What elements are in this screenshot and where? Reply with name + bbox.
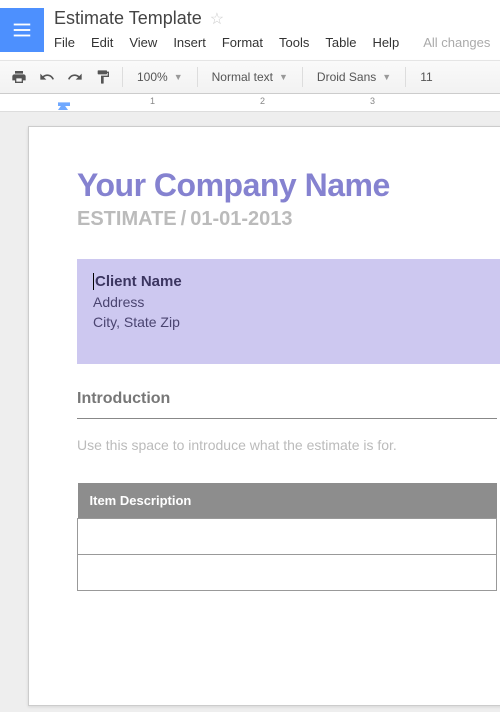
client-city[interactable]: City, State Zip (93, 314, 491, 330)
ruler-tick: 3 (370, 96, 375, 106)
document-canvas[interactable]: Your Company Name ESTIMATE/01-01-2013 Cl… (0, 112, 500, 712)
menu-table[interactable]: Table (325, 35, 356, 50)
estimate-line[interactable]: ESTIMATE/01-01-2013 (77, 208, 500, 231)
intro-rule (77, 418, 497, 419)
menu-tools[interactable]: Tools (279, 35, 309, 50)
title-bar: Estimate Template ☆ File Edit View Inser… (0, 0, 500, 52)
menu-file[interactable]: File (54, 35, 75, 50)
print-icon[interactable] (10, 68, 28, 86)
separator (122, 67, 123, 87)
intro-heading[interactable]: Introduction (77, 390, 500, 408)
document-title[interactable]: Estimate Template (54, 8, 202, 29)
separator (197, 67, 198, 87)
separator (302, 67, 303, 87)
size-value: 11 (420, 70, 432, 84)
ruler[interactable]: ▬ 1 2 3 (0, 94, 500, 112)
page[interactable]: Your Company Name ESTIMATE/01-01-2013 Cl… (28, 126, 500, 706)
slash: / (181, 208, 187, 230)
menu-view[interactable]: View (129, 35, 157, 50)
undo-icon[interactable] (38, 68, 56, 86)
paint-format-icon[interactable] (94, 68, 112, 86)
separator (405, 67, 406, 87)
menu-edit[interactable]: Edit (91, 35, 113, 50)
font-value: Droid Sans (317, 70, 376, 84)
ruler-tick: 1 (150, 96, 155, 106)
ruler-tick: 2 (260, 96, 265, 106)
redo-icon[interactable] (66, 68, 84, 86)
client-name[interactable]: Client Name (93, 273, 491, 290)
item-table[interactable]: Item Description (77, 483, 497, 591)
table-header-row: Item Description (78, 483, 497, 519)
menu-insert[interactable]: Insert (173, 35, 206, 50)
intro-body[interactable]: Use this space to introduce what the est… (77, 437, 500, 453)
size-combo[interactable]: 11 (416, 70, 436, 84)
table-row[interactable] (78, 555, 497, 591)
client-address[interactable]: Address (93, 294, 491, 310)
style-combo[interactable]: Normal text ▼ (208, 70, 292, 84)
company-name[interactable]: Your Company Name (77, 167, 500, 204)
menu-format[interactable]: Format (222, 35, 263, 50)
table-row[interactable] (78, 519, 497, 555)
menu-help[interactable]: Help (372, 35, 399, 50)
save-status: All changes (423, 35, 490, 50)
estimate-date: 01-01-2013 (190, 208, 292, 230)
chevron-down-icon: ▼ (174, 72, 183, 82)
menu-bar: File Edit View Insert Format Tools Table… (54, 35, 500, 50)
indent-marker-bottom-icon[interactable] (58, 103, 68, 110)
chevron-down-icon: ▼ (279, 72, 288, 82)
chevron-down-icon: ▼ (382, 72, 391, 82)
style-value: Normal text (212, 70, 273, 84)
font-combo[interactable]: Droid Sans ▼ (313, 70, 395, 84)
col-item-description[interactable]: Item Description (78, 483, 497, 519)
toolbar: 100% ▼ Normal text ▼ Droid Sans ▼ 11 (0, 60, 500, 94)
zoom-combo[interactable]: 100% ▼ (133, 70, 187, 84)
docs-app-icon[interactable] (0, 8, 44, 52)
star-icon[interactable]: ☆ (210, 9, 224, 29)
zoom-value: 100% (137, 70, 168, 84)
client-box[interactable]: Client Name Address City, State Zip (77, 259, 500, 364)
estimate-label: ESTIMATE (77, 208, 177, 230)
